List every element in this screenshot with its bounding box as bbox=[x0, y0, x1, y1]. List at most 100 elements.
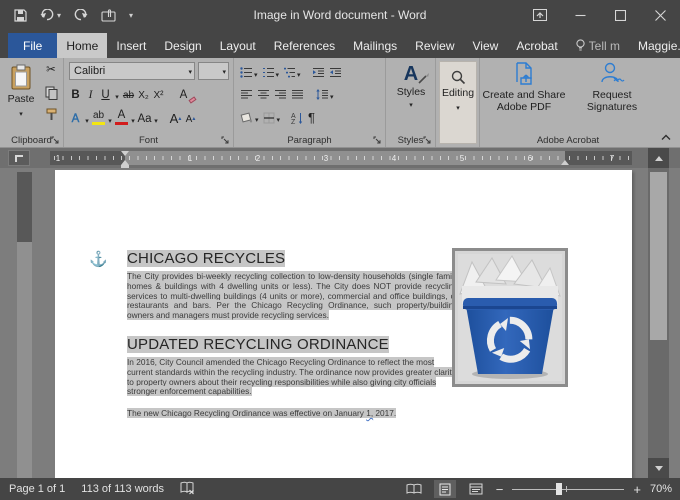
undo-button[interactable]: ▾ bbox=[40, 9, 61, 21]
document-heading-2[interactable]: UPDATED RECYCLING ORDINANCE bbox=[127, 334, 458, 355]
document-heading-1[interactable]: CHICAGO RECYCLES bbox=[127, 248, 458, 269]
show-formatting-marks-button[interactable]: ¶ bbox=[307, 108, 316, 127]
align-right-button[interactable] bbox=[273, 85, 288, 104]
maximize-button[interactable] bbox=[600, 0, 640, 30]
editing-dropdown-icon[interactable] bbox=[456, 101, 460, 113]
font-color-button[interactable]: A bbox=[114, 108, 129, 128]
document-text-column[interactable]: CHICAGO RECYCLES The City provides bi-we… bbox=[127, 248, 458, 419]
clipboard-dialog-launcher[interactable] bbox=[51, 136, 60, 145]
shading-dropdown-icon[interactable] bbox=[255, 109, 259, 127]
format-painter-button[interactable] bbox=[42, 106, 60, 123]
tab-stop-selector[interactable] bbox=[8, 150, 30, 166]
justify-button[interactable] bbox=[290, 85, 305, 104]
first-line-indent-marker[interactable] bbox=[121, 151, 129, 156]
bullets-dropdown-icon[interactable] bbox=[254, 64, 258, 82]
scrollbar-down-button[interactable] bbox=[648, 458, 669, 478]
document-page[interactable]: ⚓ CHICAGO RECYCLES The City provides bi-… bbox=[55, 170, 632, 478]
strikethrough-button[interactable]: ab bbox=[121, 84, 136, 104]
collapse-ribbon-button[interactable] bbox=[658, 131, 674, 143]
zoom-out-button[interactable]: − bbox=[496, 483, 504, 496]
font-name-dropdown-icon[interactable] bbox=[188, 65, 194, 77]
clear-formatting-button[interactable]: A bbox=[176, 84, 191, 104]
align-left-button[interactable] bbox=[239, 85, 254, 104]
ribbon-display-options-button[interactable] bbox=[520, 0, 560, 30]
paragraph-dialog-launcher[interactable] bbox=[373, 136, 382, 145]
borders-dropdown-icon[interactable] bbox=[277, 109, 281, 127]
tab-home[interactable]: Home bbox=[57, 33, 107, 58]
document-paragraph-1[interactable]: The City provides bi-weekly recycling co… bbox=[127, 272, 458, 321]
tab-insert[interactable]: Insert bbox=[107, 33, 155, 58]
paste-button[interactable]: Paste bbox=[4, 64, 38, 130]
tell-me-box[interactable]: Tell m bbox=[567, 33, 629, 58]
zoom-slider-thumb[interactable] bbox=[556, 483, 562, 495]
paste-dropdown-icon[interactable] bbox=[19, 107, 23, 119]
horizontal-ruler[interactable]: 1 1 2 3 4 5 6 7 bbox=[50, 151, 632, 165]
underline-button[interactable]: U bbox=[98, 84, 113, 104]
bold-button[interactable]: B bbox=[68, 84, 83, 104]
tab-acrobat[interactable]: Acrobat bbox=[507, 33, 566, 58]
text-highlight-button[interactable]: ab bbox=[91, 108, 106, 128]
touch-mouse-mode-icon[interactable] bbox=[101, 9, 116, 22]
request-signatures-button[interactable]: Request Signatures bbox=[570, 62, 654, 132]
numbering-dropdown-icon[interactable] bbox=[276, 64, 280, 82]
align-center-button[interactable] bbox=[256, 85, 271, 104]
highlight-dropdown-icon[interactable] bbox=[106, 108, 114, 128]
web-layout-button[interactable] bbox=[465, 480, 487, 498]
copy-button[interactable] bbox=[42, 84, 60, 101]
shading-button[interactable] bbox=[239, 108, 260, 127]
borders-button[interactable] bbox=[262, 108, 282, 127]
bullets-button[interactable] bbox=[239, 63, 259, 82]
styles-dialog-launcher[interactable] bbox=[423, 136, 432, 145]
page-count[interactable]: Page 1 of 1 bbox=[9, 483, 65, 495]
line-spacing-button[interactable] bbox=[314, 85, 335, 104]
sort-button[interactable]: AZ bbox=[290, 108, 305, 127]
redo-button[interactable] bbox=[74, 9, 88, 21]
save-icon[interactable] bbox=[14, 9, 27, 22]
multilevel-dropdown-icon[interactable] bbox=[297, 64, 301, 82]
right-indent-marker[interactable] bbox=[561, 160, 569, 165]
undo-dropdown-icon[interactable]: ▾ bbox=[57, 11, 61, 20]
font-name-select[interactable]: Calibri bbox=[69, 62, 195, 80]
font-size-select[interactable] bbox=[198, 62, 229, 80]
create-and-share-adobe-pdf-button[interactable]: Create and Share Adobe PDF bbox=[482, 62, 566, 132]
print-layout-button[interactable] bbox=[434, 480, 456, 498]
styles-dropdown-icon[interactable] bbox=[409, 98, 413, 110]
tab-design[interactable]: Design bbox=[155, 33, 210, 58]
text-effects-dropdown-icon[interactable] bbox=[83, 108, 91, 128]
tab-mailings[interactable]: Mailings bbox=[344, 33, 406, 58]
vertical-ruler[interactable] bbox=[17, 172, 32, 478]
italic-button[interactable]: I bbox=[83, 84, 98, 104]
underline-dropdown-icon[interactable] bbox=[113, 84, 121, 104]
tab-references[interactable]: References bbox=[265, 33, 344, 58]
document-paragraph-3[interactable]: The new Chicago Recycling Ordinance was … bbox=[127, 409, 458, 419]
shrink-font-button[interactable]: A bbox=[183, 108, 198, 128]
increase-indent-button[interactable] bbox=[328, 63, 343, 82]
subscript-button[interactable]: X₂ bbox=[136, 84, 151, 104]
proofing-errors-icon[interactable] bbox=[180, 481, 195, 498]
document-paragraph-2[interactable]: In 2016, City Council amended the Chicag… bbox=[127, 358, 458, 397]
cut-button[interactable]: ✂ bbox=[42, 62, 60, 79]
tab-layout[interactable]: Layout bbox=[211, 33, 265, 58]
change-case-button[interactable]: Aa bbox=[137, 108, 152, 128]
text-effects-button[interactable]: A bbox=[68, 108, 83, 128]
multilevel-list-button[interactable] bbox=[282, 63, 302, 82]
zoom-percentage[interactable]: 70% bbox=[650, 483, 672, 495]
vertical-scrollbar-thumb[interactable] bbox=[650, 172, 667, 340]
minimize-button[interactable] bbox=[560, 0, 600, 30]
zoom-slider[interactable] bbox=[512, 480, 624, 498]
change-case-dropdown-icon[interactable] bbox=[152, 108, 160, 128]
zoom-in-button[interactable]: + bbox=[633, 483, 641, 496]
read-mode-button[interactable] bbox=[403, 480, 425, 498]
tab-file[interactable]: File bbox=[8, 33, 57, 58]
numbering-button[interactable] bbox=[261, 63, 281, 82]
superscript-button[interactable]: X² bbox=[151, 84, 166, 104]
font-dialog-launcher[interactable] bbox=[221, 136, 230, 145]
recycle-bin-image[interactable] bbox=[452, 248, 568, 387]
scrollbar-up-button[interactable] bbox=[648, 148, 669, 168]
font-color-dropdown-icon[interactable] bbox=[129, 108, 137, 128]
word-count[interactable]: 113 of 113 words bbox=[81, 483, 164, 495]
close-button[interactable] bbox=[640, 0, 680, 30]
styles-button[interactable]: A Styles bbox=[389, 62, 433, 130]
tab-view[interactable]: View bbox=[464, 33, 508, 58]
qat-customize-icon[interactable]: ▾ bbox=[129, 11, 133, 20]
